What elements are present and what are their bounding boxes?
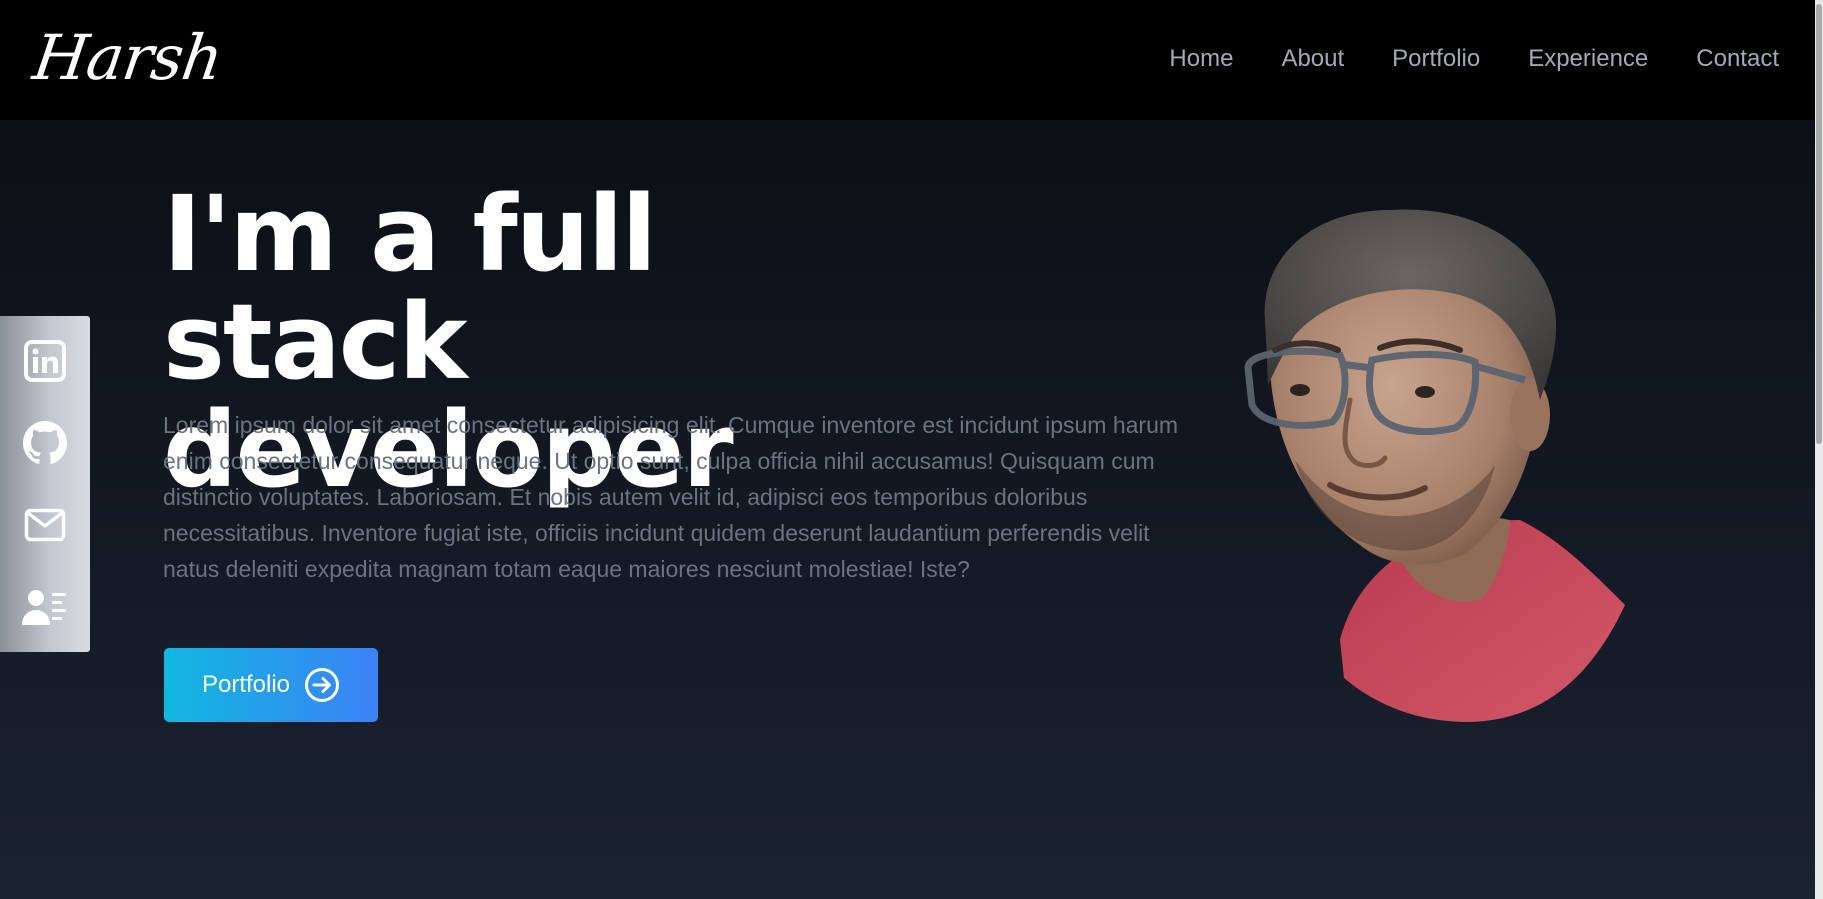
page-scrollbar[interactable] xyxy=(1815,0,1823,899)
nav-experience-link[interactable]: Experience xyxy=(1528,45,1648,73)
contact-card-icon xyxy=(22,590,66,625)
nav-menu: Home About Portfolio Experience Contact xyxy=(1169,45,1779,73)
linkedin-icon xyxy=(24,340,66,382)
hero-title-line-1: I'm a full stack xyxy=(163,173,657,403)
resume-link[interactable] xyxy=(15,577,75,637)
profile-photo xyxy=(1244,209,1625,722)
nav-contact-link[interactable]: Contact xyxy=(1696,45,1779,73)
scrollbar-thumb[interactable] xyxy=(1816,4,1822,444)
portfolio-button[interactable]: Portfolio xyxy=(164,648,378,722)
logo[interactable]: Harsh xyxy=(29,21,227,94)
portfolio-button-label: Portfolio xyxy=(201,671,291,698)
github-link[interactable] xyxy=(15,413,75,473)
page: Harsh Home About Portfolio Experience Co… xyxy=(0,0,1823,899)
social-sidebar xyxy=(0,316,90,652)
arrow-right-circle-icon xyxy=(305,668,340,702)
navbar: Harsh Home About Portfolio Experience Co… xyxy=(0,0,1815,120)
nav-home-link[interactable]: Home xyxy=(1169,45,1233,73)
linkedin-link[interactable] xyxy=(15,331,75,391)
nav-portfolio-link[interactable]: Portfolio xyxy=(1392,45,1480,73)
hero-description: Lorem ipsum dolor sit amet consectetur a… xyxy=(163,412,1179,582)
email-link[interactable] xyxy=(15,495,75,555)
github-icon xyxy=(23,421,67,464)
mail-icon xyxy=(24,508,66,542)
nav-about-link[interactable]: About xyxy=(1281,45,1344,73)
